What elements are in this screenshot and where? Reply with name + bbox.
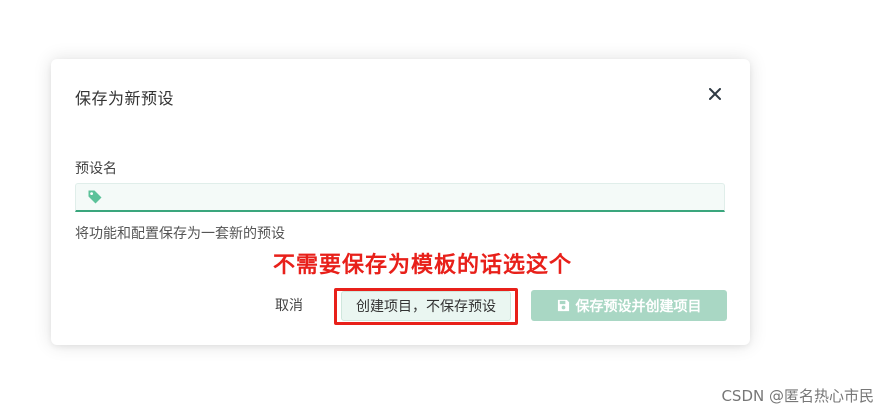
cancel-button[interactable]: 取消	[261, 290, 317, 320]
save-preset-dialog: 保存为新预设 预设名 将功能和配置保存为一套新的预设 不需要保存为模板的话选这个…	[51, 59, 750, 345]
dialog-title: 保存为新预设	[75, 89, 175, 108]
close-icon[interactable]	[709, 85, 721, 104]
watermark-text: CSDN @匿名热心市民	[721, 387, 874, 405]
close-button[interactable]	[702, 81, 728, 107]
create-without-saving-button[interactable]: 创建项目，不保存预设	[341, 291, 511, 321]
screenshot-stage: 保存为新预设 预设名 将功能和配置保存为一套新的预设 不需要保存为模板的话选这个…	[0, 0, 888, 415]
save-and-create-label: 保存预设并创建项目	[575, 298, 702, 315]
save-and-create-button[interactable]: 保存预设并创建项目	[531, 290, 727, 321]
tag-icon	[86, 188, 104, 206]
floppy-disk-icon	[557, 299, 570, 312]
preset-name-field[interactable]	[75, 183, 725, 212]
preset-name-input[interactable]	[104, 183, 724, 211]
preset-name-label: 预设名	[75, 161, 117, 177]
annotation-text: 不需要保存为模板的话选这个	[273, 253, 573, 278]
help-text: 将功能和配置保存为一套新的预设	[75, 226, 285, 242]
